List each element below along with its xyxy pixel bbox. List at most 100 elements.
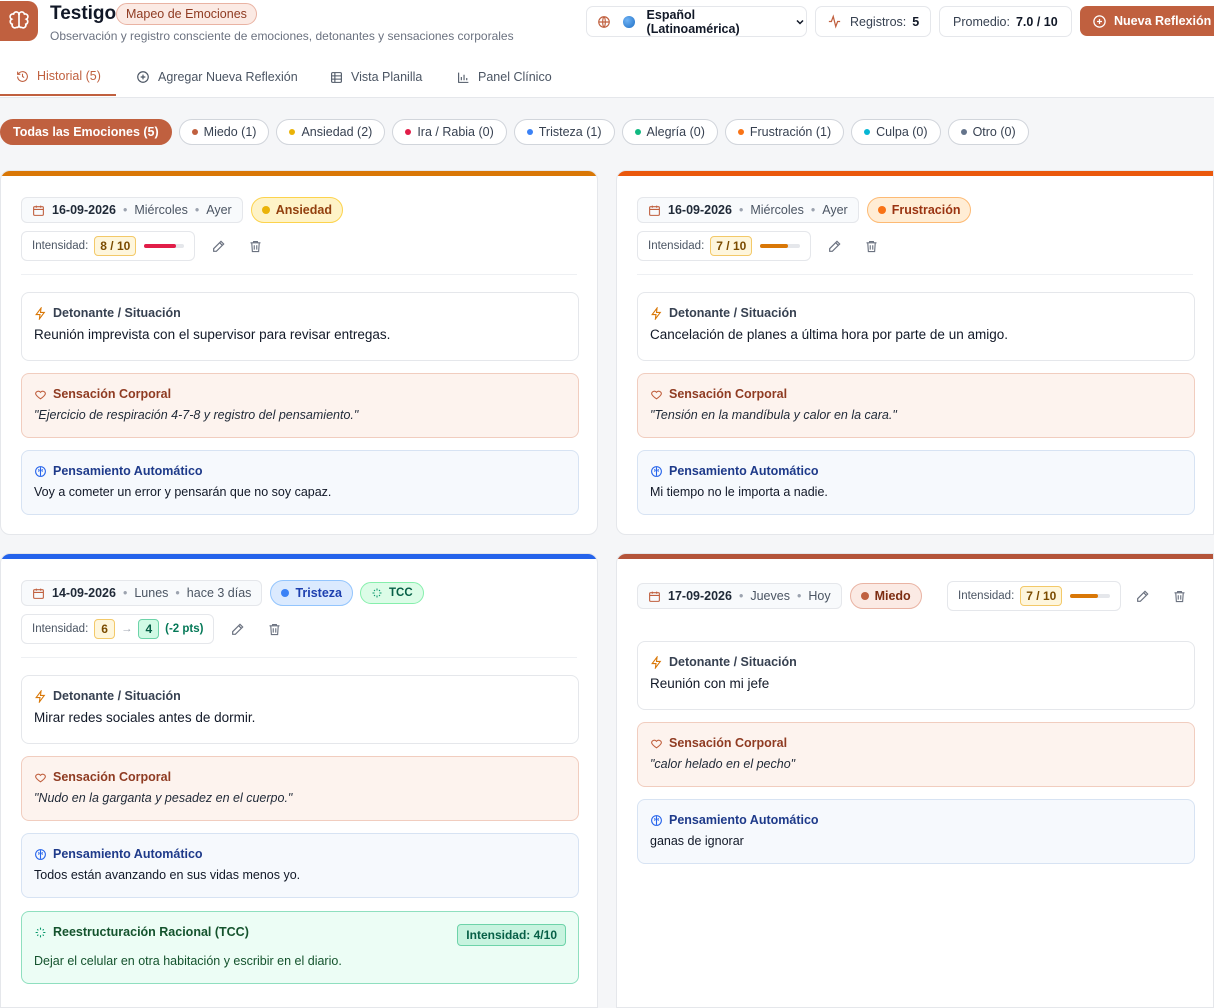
color-dot [405, 129, 412, 135]
new-reflection-label: Nueva Reflexión [1114, 14, 1212, 28]
tab-agregar[interactable]: Agregar Nueva Reflexión [136, 58, 298, 96]
section-title: Sensación Corporal [53, 387, 172, 401]
card-accent-bar [1, 171, 597, 176]
section-title: Pensamiento Automático [669, 464, 819, 478]
section-title: Pensamiento Automático [53, 847, 203, 861]
tcc-section: Reestructuración Racional (TCC) Intensid… [21, 911, 579, 984]
chevron-down-icon [794, 16, 806, 28]
divider [21, 657, 577, 658]
entry-relative-date: Ayer [822, 203, 848, 217]
intensity-box: Intensidad: 7 / 10 [947, 581, 1122, 611]
tab-planilla[interactable]: Vista Planilla [330, 58, 422, 96]
trash-icon[interactable] [1169, 586, 1189, 606]
promedio-stat: Promedio: 7.0 / 10 [939, 6, 1072, 37]
filter-tristeza[interactable]: Tristeza (1) [513, 119, 615, 145]
card-accent-bar [1, 554, 597, 559]
brain-icon [34, 465, 47, 478]
tab-label: Agregar Nueva Reflexión [158, 70, 298, 84]
filter-ansiedad[interactable]: Ansiedad (2) [276, 119, 386, 145]
brain-icon [650, 814, 663, 827]
intensity-change: (-2 pts) [165, 623, 204, 635]
body-section: Sensación Corporal "Tensión en la mandíb… [637, 373, 1195, 438]
app-subtitle: Observación y registro consciente de emo… [50, 29, 514, 43]
emotion-filters: Todas las Emociones (5) Miedo (1) Ansied… [0, 119, 1029, 145]
brain-icon [34, 848, 47, 861]
section-title: Pensamiento Automático [669, 813, 819, 827]
filter-miedo[interactable]: Miedo (1) [178, 119, 270, 145]
intensity-before: 6 [94, 619, 115, 639]
bolt-icon [34, 306, 47, 320]
body-text: "Tensión en la mandíbula y calor en la c… [650, 408, 897, 422]
edit-icon[interactable] [825, 236, 845, 256]
app-title: Testigo [50, 3, 117, 24]
filter-label: Todas las Emociones (5) [13, 125, 159, 139]
plus-circle-icon [136, 70, 150, 84]
filter-alegria[interactable]: Alegría (0) [621, 119, 718, 145]
tab-bar: Historial (5) Agregar Nueva Reflexión Vi… [0, 58, 1214, 98]
reflection-card: 16-09-2026 • Miércoles • Ayer Ansiedad Int… [0, 170, 598, 535]
filter-label: Otro (0) [972, 125, 1016, 139]
intensity-label: Intensidad: [32, 240, 89, 252]
date-box: 14-09-2026 • Lunes • hace 3 días [21, 580, 263, 606]
tcc-intensity-badge: Intensidad: 4/10 [457, 924, 566, 946]
intensity-box: Intensidad: 7 / 10 [637, 231, 812, 261]
filter-label: Tristeza (1) [538, 125, 602, 139]
color-dot [737, 129, 744, 135]
entry-weekday: Miércoles [750, 203, 804, 217]
divider [21, 274, 577, 275]
intensity-after: 4 [138, 619, 160, 639]
trash-icon[interactable] [264, 619, 284, 639]
trash-icon[interactable] [245, 236, 265, 256]
intensity-value: 7 / 10 [710, 236, 753, 256]
tcc-badge: TCC [360, 582, 424, 604]
trigger-section: Detonante / Situación Cancelación de pla… [637, 292, 1195, 361]
trash-icon[interactable] [861, 236, 881, 256]
trigger-section: Detonante / Situación Reunión con mi jef… [637, 641, 1195, 710]
filter-label: Alegría (0) [646, 125, 705, 139]
intensity-value: 8 / 10 [94, 236, 137, 256]
edit-icon[interactable] [1133, 586, 1153, 606]
trigger-text: Reunión imprevista con el supervisor par… [34, 327, 391, 342]
entry-relative-date: Hoy [808, 589, 831, 603]
thought-text: Mi tiempo no le importa a nadie. [650, 485, 828, 499]
intensity-label: Intensidad: [648, 240, 705, 252]
color-dot [960, 129, 967, 135]
language-select[interactable]: Español (Latinoamérica) [586, 6, 807, 37]
section-title: Sensación Corporal [669, 387, 788, 401]
card-accent-bar [617, 554, 1213, 559]
section-title: Sensación Corporal [669, 736, 788, 750]
filter-label: Culpa (0) [876, 125, 928, 139]
emotion-badge: Tristeza [270, 580, 353, 606]
filter-label: Ira / Rabia (0) [417, 125, 494, 139]
intensity-label: Intensidad: [958, 590, 1015, 602]
reflection-card: 14-09-2026 • Lunes • hace 3 días Tristeza … [0, 553, 598, 1008]
filter-frustracion[interactable]: Frustración (1) [724, 119, 845, 145]
plus-circle-icon [1092, 14, 1107, 29]
trigger-text: Cancelación de planes a última hora por … [650, 327, 1008, 342]
intensity-track [144, 244, 185, 248]
calendar-icon [648, 590, 661, 603]
intensity-label: Intensidad: [32, 623, 89, 635]
entry-date: 16-09-2026 [668, 203, 732, 217]
tcc-text: Dejar el celular en otra habitación y es… [34, 954, 342, 968]
intensity-fill [1070, 594, 1099, 598]
color-dot [864, 129, 871, 135]
intensity-fill [144, 244, 177, 248]
emotion-label: Ansiedad [275, 203, 332, 217]
filter-otro[interactable]: Otro (0) [947, 119, 1029, 145]
tcc-label: TCC [389, 587, 413, 599]
date-box: 16-09-2026 • Miércoles • Ayer [21, 197, 243, 223]
calendar-icon [32, 587, 45, 600]
edit-icon[interactable] [209, 236, 229, 256]
edit-icon[interactable] [228, 619, 248, 639]
filter-culpa[interactable]: Culpa (0) [851, 119, 941, 145]
new-reflection-button[interactable]: Nueva Reflexión [1080, 6, 1214, 36]
tab-historial[interactable]: Historial (5) [0, 58, 116, 96]
divider [637, 274, 1193, 275]
body-section: Sensación Corporal "Nudo en la garganta … [21, 756, 579, 821]
registros-value: 5 [912, 14, 920, 29]
tab-panel-clinico[interactable]: Panel Clínico [457, 58, 552, 96]
registros-stat: Registros: 5 [815, 6, 931, 37]
filter-ira[interactable]: Ira / Rabia (0) [392, 119, 507, 145]
filter-all[interactable]: Todas las Emociones (5) [0, 119, 172, 145]
